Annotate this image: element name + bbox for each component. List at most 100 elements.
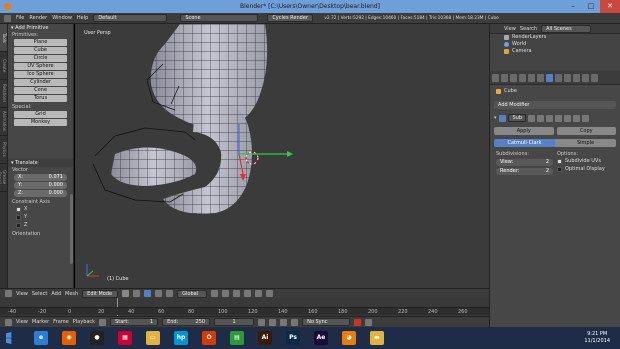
3d-viewport[interactable] (75, 24, 489, 288)
scene-tab-icon[interactable] (510, 73, 517, 82)
move-up-icon[interactable] (563, 114, 571, 122)
jump-start-icon[interactable] (258, 318, 266, 326)
current-frame-field[interactable]: 1 (214, 318, 255, 326)
add-plane-button[interactable]: Plane (14, 39, 67, 46)
outliner-item-world[interactable]: World (490, 41, 620, 48)
manipulator-icon[interactable] (144, 290, 152, 297)
editor-type-icon[interactable] (4, 14, 11, 22)
taskbar-app[interactable]: hp (168, 328, 194, 348)
data-tab-icon[interactable] (555, 73, 562, 82)
panel-header-add-primitive[interactable]: ▾ Add Primitive (8, 24, 73, 32)
render-engine-select[interactable]: Cycles Render (267, 14, 314, 22)
translate-icon[interactable] (155, 290, 163, 297)
menu-marker[interactable]: Marker (32, 319, 49, 325)
render-icon[interactable] (266, 290, 274, 297)
optimal-display-checkbox[interactable]: Optimal Display (555, 165, 616, 173)
menu-mesh[interactable]: Mesh (65, 291, 78, 297)
mode-select[interactable]: Edit Mode (82, 289, 119, 298)
pivot-icon[interactable] (133, 290, 141, 297)
play-icon[interactable] (280, 318, 288, 326)
vertex-select-icon[interactable] (211, 290, 219, 297)
sync-select[interactable]: No Sync (302, 318, 351, 326)
taskbar-app[interactable]: e (28, 328, 54, 348)
view3d-editor-icon[interactable] (5, 290, 12, 297)
face-select-icon[interactable] (233, 290, 241, 297)
particles-tab-icon[interactable] (582, 73, 589, 82)
texture-tab-icon[interactable] (573, 73, 580, 82)
collapse-arrow-icon[interactable]: ▾ (494, 115, 497, 121)
taskbar-app[interactable]: ◕ (336, 328, 362, 348)
view-levels-field[interactable]: View: 2 (496, 159, 553, 166)
shading-icon[interactable] (122, 290, 130, 297)
outliner-item-renderlayers[interactable]: RenderLayers (490, 34, 620, 41)
timeline-editor-icon[interactable] (5, 318, 12, 326)
edge-select-icon[interactable] (222, 290, 230, 297)
constraint-x-checkbox[interactable]: X (8, 205, 73, 213)
tab-physics[interactable]: Physics (0, 136, 7, 164)
minimize-button[interactable]: – (564, 0, 582, 13)
taskbar-app[interactable]: Ai (252, 328, 278, 348)
modifiers-tab-icon[interactable] (546, 73, 553, 82)
taskbar-app[interactable]: ▬ (364, 328, 390, 348)
add-grid-button[interactable]: Grid (14, 111, 67, 118)
menu-playback[interactable]: Playback (73, 319, 95, 325)
add-torus-button[interactable]: Torus (14, 95, 67, 102)
jump-end-icon[interactable] (291, 318, 299, 326)
rotate-icon[interactable] (166, 290, 174, 297)
translate-x-field[interactable]: X: 0.071 (14, 174, 67, 181)
keyset-icon[interactable] (365, 318, 373, 326)
tab-relations[interactable]: Relations (0, 80, 7, 108)
taskbar-app[interactable]: Ae (308, 328, 334, 348)
end-frame-field[interactable]: End: 250 (162, 318, 211, 326)
menu-view[interactable]: View (16, 291, 28, 297)
proportional-icon[interactable] (255, 290, 263, 297)
maximize-button[interactable]: □ (582, 0, 600, 13)
menu-add[interactable]: Add (51, 291, 61, 297)
taskbar-app[interactable]: ▭ (140, 328, 166, 348)
add-circle-button[interactable]: Circle (14, 55, 67, 62)
constraints-tab-icon[interactable] (537, 73, 544, 82)
menu-frame[interactable]: Frame (53, 319, 69, 325)
delete-modifier-icon[interactable] (581, 114, 589, 122)
snap-icon[interactable] (244, 290, 252, 297)
physics-tab-icon[interactable] (591, 73, 598, 82)
tab-tools[interactable]: Tools (0, 24, 7, 52)
render-levels-field[interactable]: Render: 2 (496, 168, 553, 175)
material-tab-icon[interactable] (564, 73, 571, 82)
add-cube-button[interactable]: Cube (14, 47, 67, 54)
menu-help[interactable]: Help (77, 15, 88, 21)
menu-render[interactable]: Render (29, 15, 47, 21)
play-reverse-icon[interactable] (269, 318, 277, 326)
move-down-icon[interactable] (572, 114, 580, 122)
menu-file[interactable]: File (16, 15, 24, 21)
menu-view[interactable]: View (16, 319, 28, 325)
world-tab-icon[interactable] (519, 73, 526, 82)
timeline-ruler[interactable]: -40 -20 0 20 40 60 80 100 120 140 160 180 200 220 240 2… (0, 307, 489, 315)
modifier-name-field[interactable]: Sub (507, 114, 526, 122)
taskbar-app[interactable]: ▦ (112, 328, 138, 348)
menu-select[interactable]: Select (32, 291, 47, 297)
cage-toggle-icon[interactable] (554, 114, 562, 122)
tab-animation[interactable]: Animation (0, 108, 7, 136)
add-modifier-select[interactable]: Add Modifier (494, 101, 616, 109)
viewport-toggle-icon[interactable] (536, 114, 544, 122)
object-tab-icon[interactable] (528, 73, 535, 82)
scene-select[interactable]: Scene (180, 14, 259, 22)
add-monkey-button[interactable]: Monkey (14, 119, 67, 126)
simple-button[interactable]: Simple (555, 139, 616, 147)
translate-z-field[interactable]: Z: 0.000 (14, 190, 67, 197)
outliner-item-camera[interactable]: Camera (490, 48, 620, 55)
constraint-y-checkbox[interactable]: Y (8, 213, 73, 221)
close-button[interactable]: ✕ (600, 0, 620, 13)
outliner-menu-view[interactable]: View (504, 26, 516, 32)
record-icon[interactable] (354, 318, 362, 326)
tab-create[interactable]: Create (0, 52, 7, 80)
constraint-z-checkbox[interactable]: Z (8, 221, 73, 229)
catmull-clark-button[interactable]: Catmull-Clark (494, 139, 555, 147)
render-layers-tab-icon[interactable] (501, 73, 508, 82)
taskbar-app[interactable]: ● (84, 328, 110, 348)
orientation-select[interactable]: Global (177, 289, 208, 298)
keying-icon[interactable] (99, 318, 107, 326)
start-frame-field[interactable]: Start: 1 (110, 318, 159, 326)
add-cylinder-button[interactable]: Cylinder (14, 79, 67, 86)
